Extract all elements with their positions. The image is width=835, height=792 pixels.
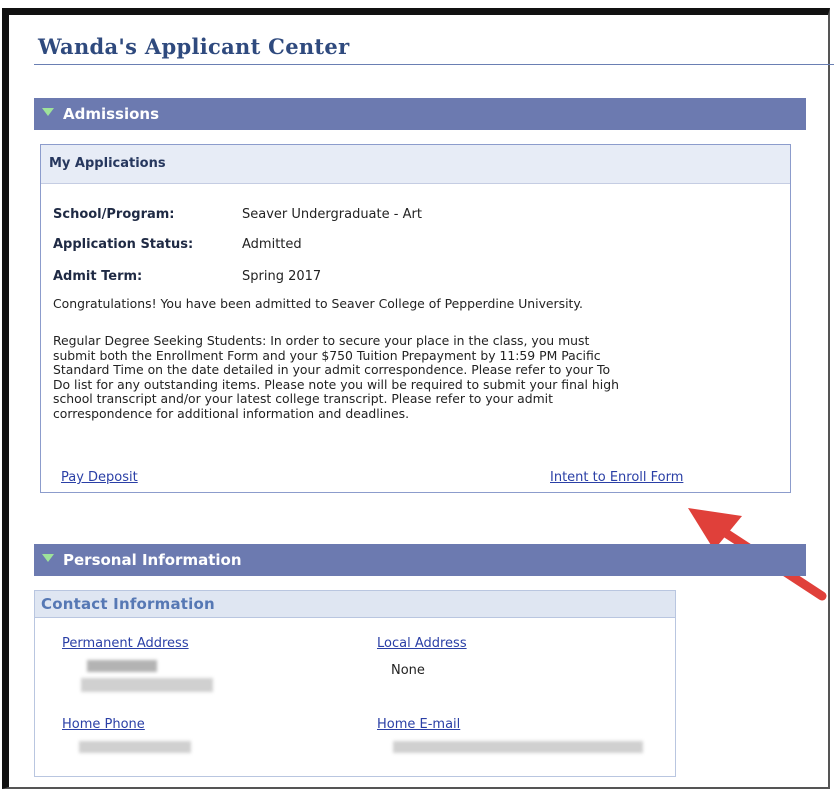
admissions-section-title: Admissions	[63, 105, 160, 123]
instructions-line: Regular Degree Seeking Students: In orde…	[53, 333, 590, 348]
enrollment-instructions: Regular Degree Seeking Students: In orde…	[53, 333, 783, 422]
admit-term-value: Spring 2017	[242, 269, 322, 284]
admit-term-label: Admit Term:	[53, 269, 143, 284]
permanent-address-link[interactable]: Permanent Address	[62, 636, 189, 651]
collapse-triangle-icon[interactable]	[42, 554, 54, 562]
redacted-address-line	[87, 660, 157, 672]
admit-term-row: Admit Term: Spring 2017	[53, 269, 321, 284]
application-status-row: Application Status: Admitted	[53, 237, 302, 252]
school-program-row: School/Program: Seaver Undergraduate - Ar…	[53, 207, 422, 222]
contact-information-title: Contact Information	[35, 591, 675, 618]
local-address-link[interactable]: Local Address	[377, 636, 467, 651]
admissions-section-header[interactable]: Admissions	[34, 98, 806, 130]
instructions-line: Standard Time on the date detailed in yo…	[53, 362, 611, 378]
school-program-label: School/Program:	[53, 207, 175, 222]
instructions-line: school transcript and/or your latest col…	[53, 391, 553, 407]
my-applications-panel: My Applications School/Program: Seaver Un…	[40, 144, 791, 493]
school-program-value: Seaver Undergraduate - Art	[242, 207, 422, 222]
application-status-label: Application Status:	[53, 237, 194, 252]
redacted-email	[393, 741, 643, 753]
home-email-link[interactable]: Home E-mail	[377, 717, 460, 732]
my-applications-title: My Applications	[41, 145, 790, 184]
congratulations-text: Congratulations! You have been admitted …	[53, 296, 583, 311]
home-phone-link[interactable]: Home Phone	[62, 717, 145, 732]
instructions-line: submit both the Enrollment Form and your…	[53, 347, 601, 363]
personal-information-section-header[interactable]: Personal Information	[34, 544, 806, 576]
redacted-phone	[79, 741, 191, 753]
pay-deposit-link[interactable]: Pay Deposit	[61, 470, 138, 485]
personal-information-section-title: Personal Information	[63, 551, 242, 569]
collapse-triangle-icon[interactable]	[42, 108, 54, 116]
intent-to-enroll-form-link[interactable]: Intent to Enroll Form	[550, 470, 683, 485]
contact-information-panel: Contact Information Permanent Address Lo…	[34, 590, 676, 777]
local-address-value: None	[391, 663, 425, 678]
title-divider	[34, 64, 834, 65]
redacted-address-line	[81, 678, 213, 692]
instructions-line: Do list for any outstanding items. Pleas…	[53, 376, 619, 392]
page-title: Wanda's Applicant Center	[38, 34, 350, 59]
instructions-line: correspondence for additional informatio…	[53, 405, 410, 421]
application-status-value: Admitted	[242, 237, 302, 252]
